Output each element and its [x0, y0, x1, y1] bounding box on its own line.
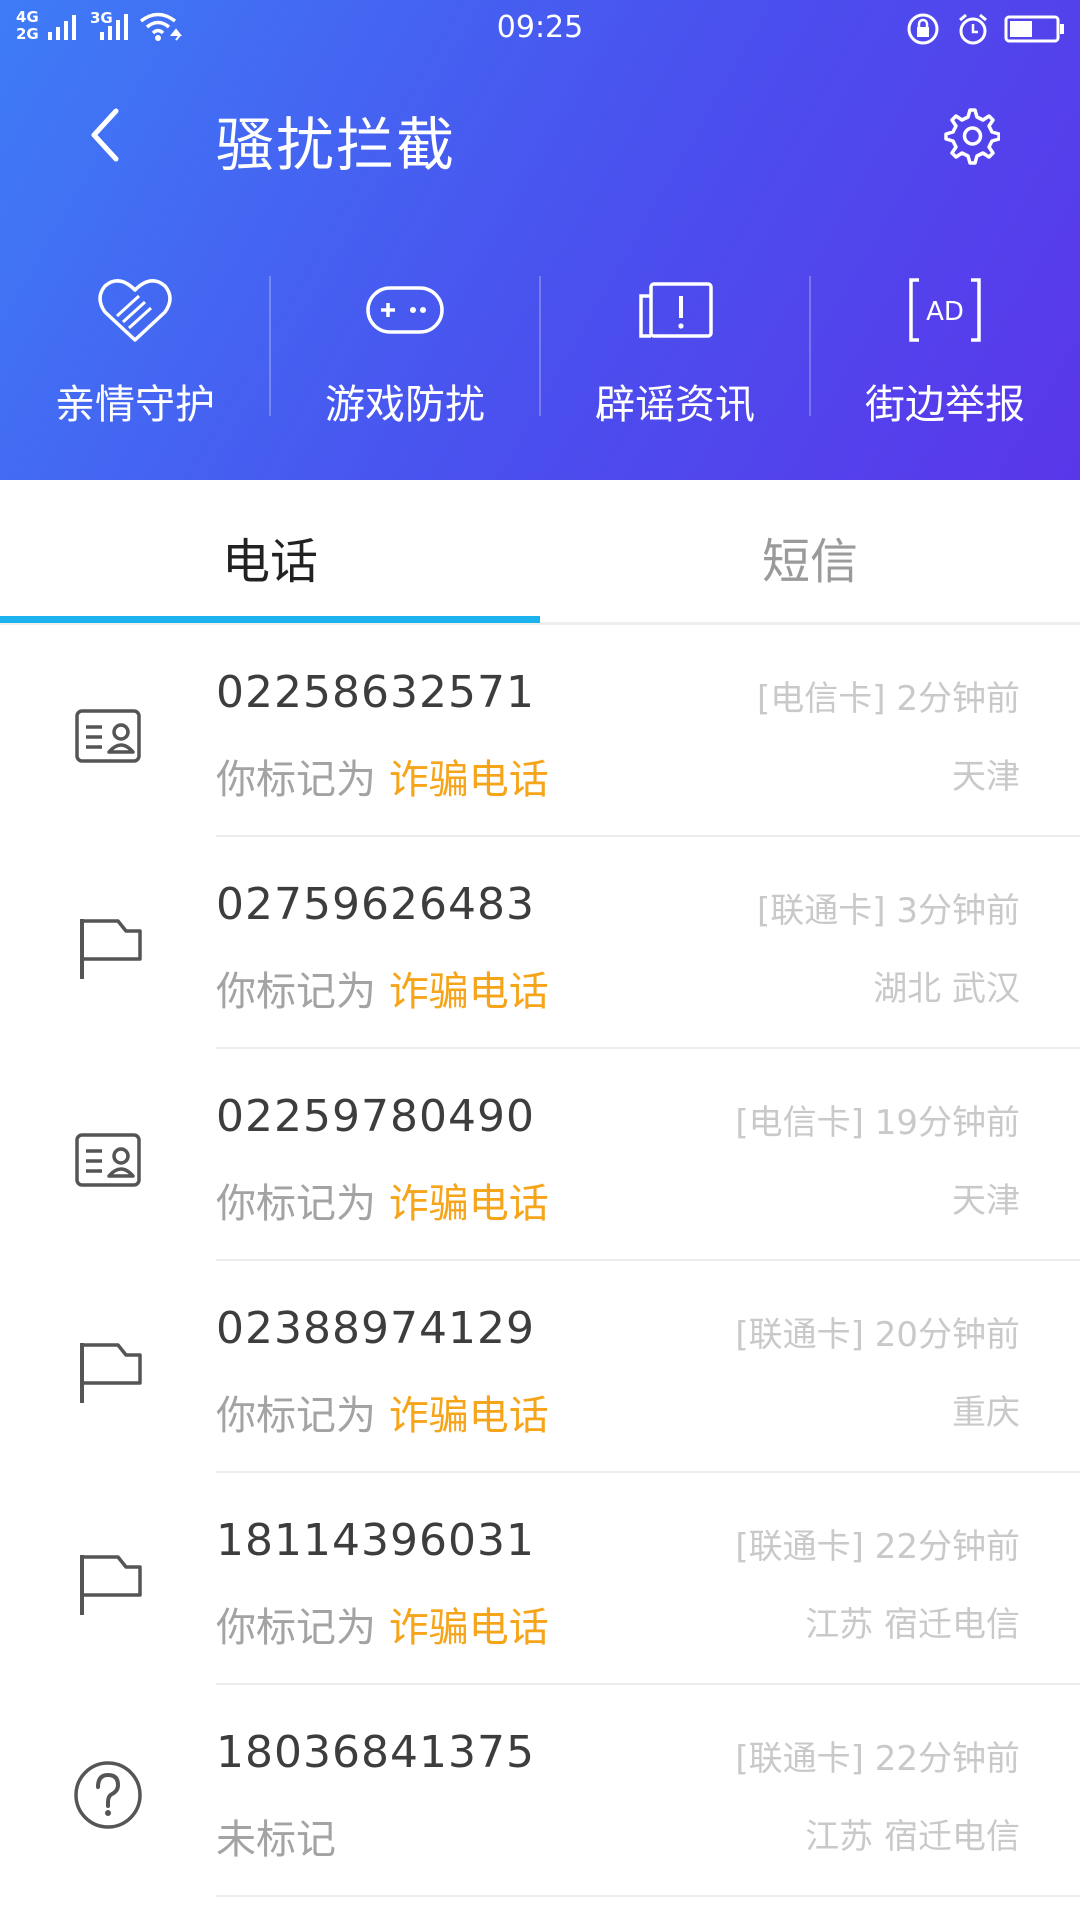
tab-sms[interactable]: 短信	[540, 522, 1080, 592]
call-row[interactable]: 02258632571 你标记为 诈骗电话 [电信卡] 2分钟前天津	[0, 625, 1080, 837]
status-bar: 4G 2G 3G 09:25	[0, 0, 1080, 56]
battery-icon	[1004, 15, 1064, 43]
back-button[interactable]	[82, 105, 132, 165]
mark-status: 你标记为 诈骗电话	[216, 959, 549, 1017]
call-list: 02258632571 你标记为 诈骗电话 [电信卡] 2分钟前天津 02759626…	[0, 625, 1080, 1897]
mark-tag: 诈骗电话	[388, 1393, 549, 1439]
call-meta: [联通卡] 20分钟前	[735, 1315, 1020, 1355]
phone-number: 02388974129	[216, 1303, 535, 1354]
flag-icon	[68, 1543, 148, 1623]
tab-bar: 电话 短信	[0, 480, 1080, 625]
mark-status: 你标记为 诈骗电话	[216, 1595, 549, 1653]
call-row[interactable]: 02259780490 你标记为 诈骗电话 [电信卡] 19分钟前天津	[0, 1049, 1080, 1261]
feature-row: 亲情守护 游戏防扰 辟谣资讯 AD 街边举报	[0, 260, 1080, 430]
mark-tag: 诈骗电话	[388, 969, 549, 1015]
mark-prefix: 你标记为	[216, 1181, 389, 1227]
feature-label: 街边举报	[865, 382, 1025, 428]
mark-prefix: 你标记为	[216, 757, 389, 803]
mark-prefix: 未标记	[216, 1817, 336, 1863]
settings-gear-icon[interactable]	[940, 106, 1000, 166]
svg-text:AD: AD	[926, 297, 964, 327]
feature-family-guard[interactable]: 亲情守护	[0, 260, 270, 430]
phone-number: 02759626483	[216, 879, 535, 930]
header: 4G 2G 3G 09:25 骚扰拦截 亲情守护 游戏防扰 辟谣资讯 AD 街边…	[0, 0, 1080, 480]
tab-indicator	[0, 616, 540, 623]
contact-card-icon	[68, 1119, 148, 1199]
mark-prefix: 你标记为	[216, 1605, 389, 1651]
call-row[interactable]: 18036841375 未标记 [联通卡] 22分钟前江苏 宿迁电信	[0, 1685, 1080, 1897]
call-meta: [联通卡] 22分钟前	[735, 1527, 1020, 1567]
rumor-notice-icon	[639, 282, 713, 338]
flag-icon	[68, 907, 148, 987]
mark-prefix: 你标记为	[216, 1393, 389, 1439]
tab-calls[interactable]: 电话	[0, 522, 540, 592]
call-meta: [联通卡] 3分钟前	[757, 891, 1020, 931]
feature-label: 辟谣资讯	[595, 382, 755, 428]
mark-tag: 诈骗电话	[388, 1181, 549, 1227]
gamepad-icon	[366, 286, 444, 334]
phone-number: 02258632571	[216, 667, 535, 718]
feature-game-protect[interactable]: 游戏防扰	[270, 260, 540, 430]
call-meta: [电信卡] 19分钟前	[735, 1103, 1020, 1143]
phone-number: 18114396031	[216, 1515, 535, 1566]
call-location: 湖北 武汉	[873, 969, 1020, 1009]
mark-status: 你标记为 诈骗电话	[216, 747, 549, 805]
feature-rumor-news[interactable]: 辟谣资讯	[540, 260, 810, 430]
alarm-icon	[959, 13, 987, 45]
phone-number: 02259780490	[216, 1091, 535, 1142]
mark-status: 你标记为 诈骗电话	[216, 1171, 549, 1229]
call-meta: [联通卡] 22分钟前	[735, 1739, 1020, 1779]
feature-street-report[interactable]: AD 街边举报	[810, 260, 1080, 430]
page-title: 骚扰拦截	[216, 111, 457, 179]
contact-card-icon	[68, 695, 148, 775]
question-icon	[68, 1755, 148, 1835]
mark-status: 你标记为 诈骗电话	[216, 1383, 549, 1441]
mark-status: 未标记	[216, 1807, 336, 1865]
ad-report-icon: AD	[909, 278, 981, 342]
row-divider	[216, 1895, 1080, 1897]
call-location: 天津	[952, 757, 1020, 797]
mark-prefix: 你标记为	[216, 969, 389, 1015]
mark-tag: 诈骗电话	[388, 1605, 549, 1651]
flag-icon	[68, 1331, 148, 1411]
call-row[interactable]: 18114396031 你标记为 诈骗电话 [联通卡] 22分钟前江苏 宿迁电信	[0, 1473, 1080, 1685]
call-location: 江苏 宿迁电信	[805, 1817, 1020, 1857]
call-row[interactable]: 02388974129 你标记为 诈骗电话 [联通卡] 20分钟前重庆	[0, 1261, 1080, 1473]
call-location: 天津	[952, 1181, 1020, 1221]
call-row[interactable]: 02759626483 你标记为 诈骗电话 [联通卡] 3分钟前湖北 武汉	[0, 837, 1080, 1049]
feature-label: 游戏防扰	[325, 382, 485, 428]
rotation-lock-icon	[907, 13, 939, 45]
phone-number: 18036841375	[216, 1727, 535, 1778]
call-location: 江苏 宿迁电信	[805, 1605, 1020, 1645]
feature-label: 亲情守护	[55, 382, 215, 428]
call-meta: [电信卡] 2分钟前	[757, 679, 1020, 719]
call-location: 重庆	[952, 1393, 1020, 1433]
mark-tag: 诈骗电话	[388, 757, 549, 803]
heart-hands-icon	[98, 279, 172, 342]
